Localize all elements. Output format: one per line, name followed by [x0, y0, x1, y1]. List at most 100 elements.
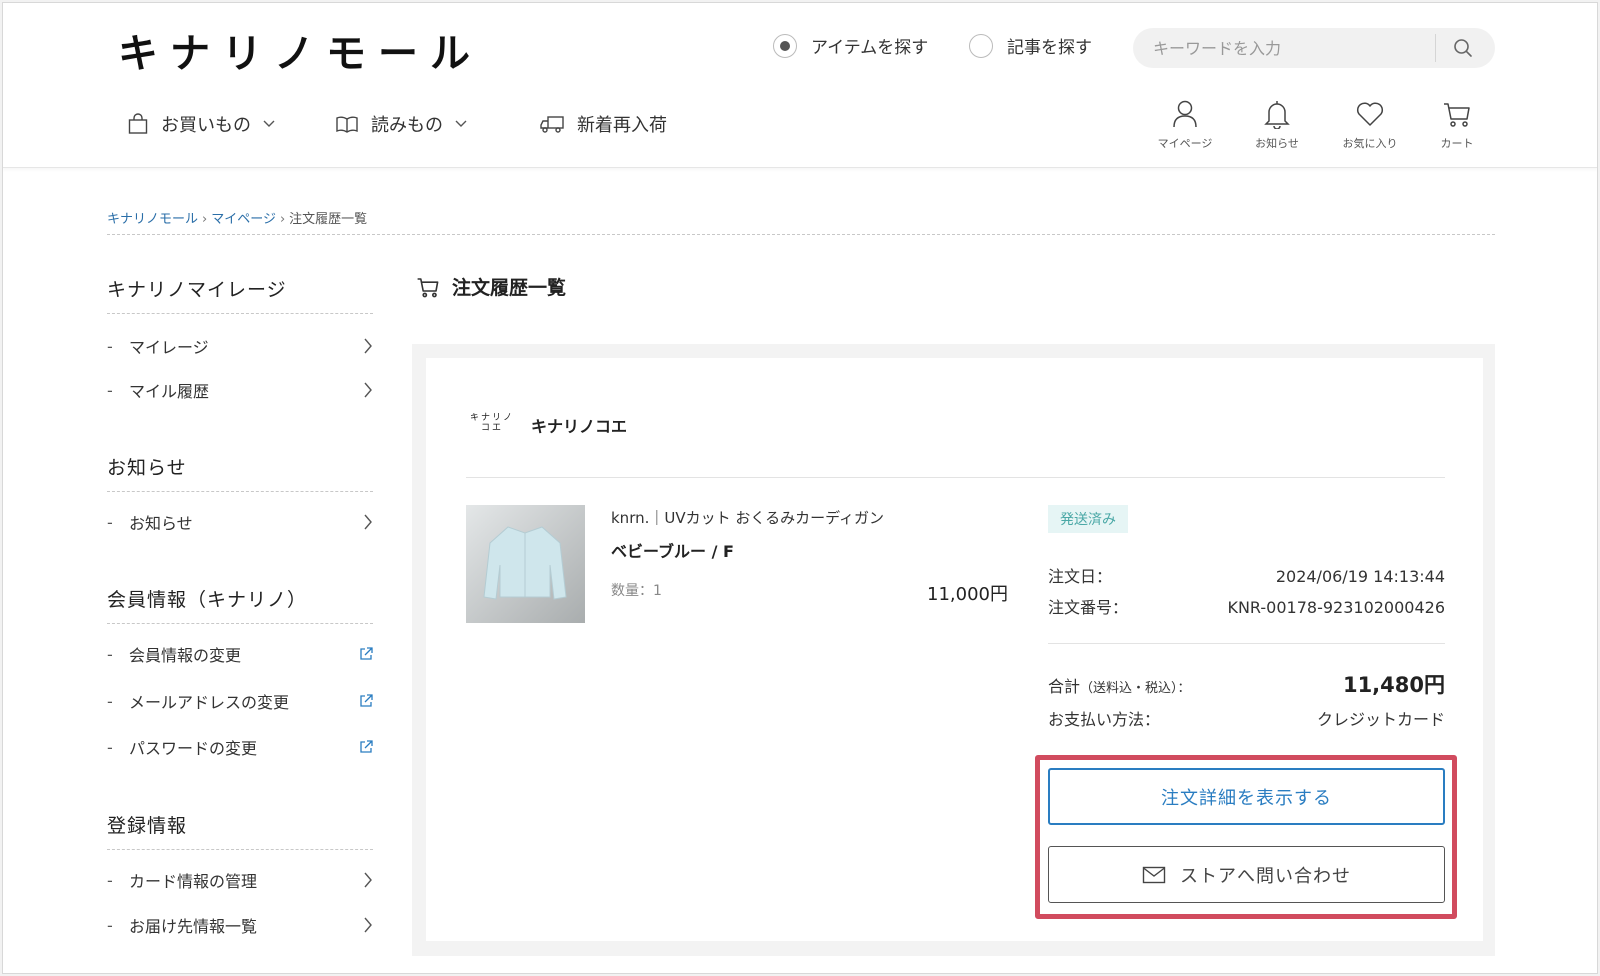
search-mode-articles-label: 記事を探す — [1007, 38, 1092, 58]
store-logo-line1: キナリノ — [469, 413, 514, 423]
order-number-value: KNR-00178-923102000426 — [1227, 598, 1445, 617]
search-button[interactable] — [1436, 28, 1490, 68]
sidebar-divider — [107, 623, 373, 624]
sidebar-item-mileage[interactable]: - マイレージ — [107, 332, 373, 360]
order-date-value: 2024/06/19 14:13:44 — [1275, 567, 1445, 586]
header-favorites[interactable]: お気に入り — [1330, 99, 1410, 151]
breadcrumb-current: 注文履歴一覧 — [289, 212, 368, 227]
header-notifications-label: お知らせ — [1255, 137, 1299, 150]
sidebar-item-email[interactable]: - メールアドレスの変更 — [107, 687, 373, 715]
breadcrumb-divider — [107, 234, 1495, 235]
breadcrumb-mypage-link[interactable]: マイページ — [211, 212, 276, 227]
site-header: キナリノモール アイテムを探す 記事を探す お買いもの 読みもの — [3, 3, 1597, 168]
product-price: 11,000円 — [927, 584, 1008, 605]
breadcrumb-separator: › — [279, 212, 286, 227]
search-mode-articles[interactable]: 記事を探す — [969, 33, 1092, 58]
payment-label: お支払い方法： — [1048, 710, 1161, 729]
sidebar-heading-mileage: キナリノマイレージ — [107, 279, 287, 301]
contact-store-button[interactable]: ストアへ問い合わせ — [1048, 846, 1445, 903]
external-link-icon — [360, 647, 373, 660]
status-badge: 発送済み — [1048, 505, 1128, 533]
sidebar-item-member-info[interactable]: - 会員情報の変更 — [107, 640, 373, 668]
external-link-icon — [360, 740, 373, 753]
heart-icon — [1356, 102, 1384, 126]
breadcrumb: キナリノモール › マイページ › 注文履歴一覧 — [107, 208, 367, 227]
cardigan-image — [466, 505, 585, 623]
sidebar-item-label: メールアドレスの変更 — [129, 693, 290, 712]
sidebar-item-label: お知らせ — [129, 514, 193, 533]
bell-icon — [1264, 101, 1290, 129]
product-variant: ベビーブルー / F — [611, 542, 734, 561]
radio-articles-icon[interactable] — [969, 33, 993, 58]
sidebar-heading-member: 会員情報（キナリノ） — [107, 589, 308, 611]
nav-shopping[interactable]: お買いもの — [127, 111, 275, 137]
sidebar-item-dash: - — [107, 380, 113, 400]
total-label-text: 合計 — [1048, 677, 1081, 696]
sidebar-item-password[interactable]: - パスワードの変更 — [107, 733, 373, 761]
sidebar-item-mile-history[interactable]: - マイル履歴 — [107, 376, 373, 404]
sidebar-item-addresses[interactable]: - お届け先情報一覧 — [107, 911, 373, 939]
nav-new-arrivals[interactable]: 新着再入荷 — [539, 111, 667, 137]
sidebar-divider — [107, 313, 373, 314]
external-link-icon — [360, 694, 373, 707]
chevron-down-icon — [263, 120, 275, 127]
header-notifications[interactable]: お知らせ — [1237, 99, 1317, 151]
sidebar-item-label: カード情報の管理 — [129, 872, 258, 891]
sidebar-divider — [107, 849, 373, 850]
nav-reading[interactable]: 読みもの — [335, 111, 467, 137]
sidebar-item-cards[interactable]: - カード情報の管理 — [107, 866, 373, 894]
site-logo[interactable]: キナリノモール — [118, 21, 482, 79]
cart-icon — [1444, 103, 1470, 127]
header-cart[interactable]: カート — [1417, 99, 1497, 151]
total-row: 合計（送料込・税込）： 11,480円 — [1048, 669, 1445, 699]
header-mypage-label: マイページ — [1157, 137, 1213, 150]
cart-icon — [417, 277, 439, 297]
search-icon — [1454, 39, 1472, 57]
store-name[interactable]: キナリノコエ — [531, 413, 627, 437]
page-title: 注文履歴一覧 — [416, 273, 566, 300]
store-logo[interactable]: キナリノ コエ — [469, 413, 515, 433]
sidebar-item-label: 会員情報の変更 — [129, 646, 242, 665]
sidebar-heading-notices: お知らせ — [107, 457, 187, 479]
chevron-down-icon — [455, 120, 467, 127]
breadcrumb-home-link[interactable]: キナリノモール — [107, 212, 198, 227]
nav-shopping-label: お買いもの — [161, 115, 251, 136]
mail-icon — [1142, 866, 1166, 883]
total-value: 11,480円 — [1342, 673, 1445, 697]
sidebar-item-label: パスワードの変更 — [129, 739, 258, 758]
search-mode-items[interactable]: アイテムを探す — [773, 33, 928, 58]
contact-store-label: ストアへ問い合わせ — [1180, 865, 1351, 887]
order-date-label: 注文日： — [1048, 567, 1113, 586]
total-label: 合計（送料込・税込）： — [1048, 673, 1191, 697]
payment-value: クレジットカード — [1316, 710, 1445, 729]
sidebar-item-dash: - — [107, 915, 113, 935]
chevron-right-icon — [364, 382, 372, 398]
sidebar-item-label: マイレージ — [129, 338, 209, 357]
nav-new-arrivals-label: 新着再入荷 — [577, 115, 667, 136]
header-favorites-label: お気に入り — [1342, 137, 1398, 150]
page-title-text: 注文履歴一覧 — [452, 277, 567, 299]
header-mypage[interactable]: マイページ — [1145, 99, 1225, 151]
chevron-right-icon — [364, 338, 372, 354]
product-name-link[interactable]: knrn.｜UVカット おくるみカーディガン — [611, 507, 884, 528]
chevron-right-icon — [364, 514, 372, 530]
nav-reading-label: 読みもの — [371, 115, 443, 136]
user-icon — [1173, 100, 1197, 128]
product-thumbnail[interactable] — [466, 505, 585, 623]
order-detail-button[interactable]: 注文詳細を表示する — [1048, 768, 1445, 825]
sidebar-item-dash: - — [107, 737, 113, 757]
sidebar-item-label: お届け先情報一覧 — [129, 917, 258, 936]
sidebar-item-dash: - — [107, 644, 113, 664]
order-number-label: 注文番号： — [1048, 598, 1129, 617]
search-input[interactable] — [1133, 38, 1433, 58]
radio-items-icon[interactable] — [773, 33, 797, 58]
search-box — [1133, 28, 1495, 68]
sidebar-item-notices[interactable]: - お知らせ — [107, 508, 373, 536]
sidebar-item-dash: - — [107, 870, 113, 890]
page-frame: キナリノモール アイテムを探す 記事を探す お買いもの 読みもの — [2, 2, 1598, 974]
order-card-divider — [466, 477, 1445, 478]
sidebar-item-dash: - — [107, 336, 113, 356]
sidebar-divider — [107, 491, 373, 492]
store-logo-line2: コエ — [480, 423, 503, 433]
sidebar-item-dash: - — [107, 691, 113, 711]
